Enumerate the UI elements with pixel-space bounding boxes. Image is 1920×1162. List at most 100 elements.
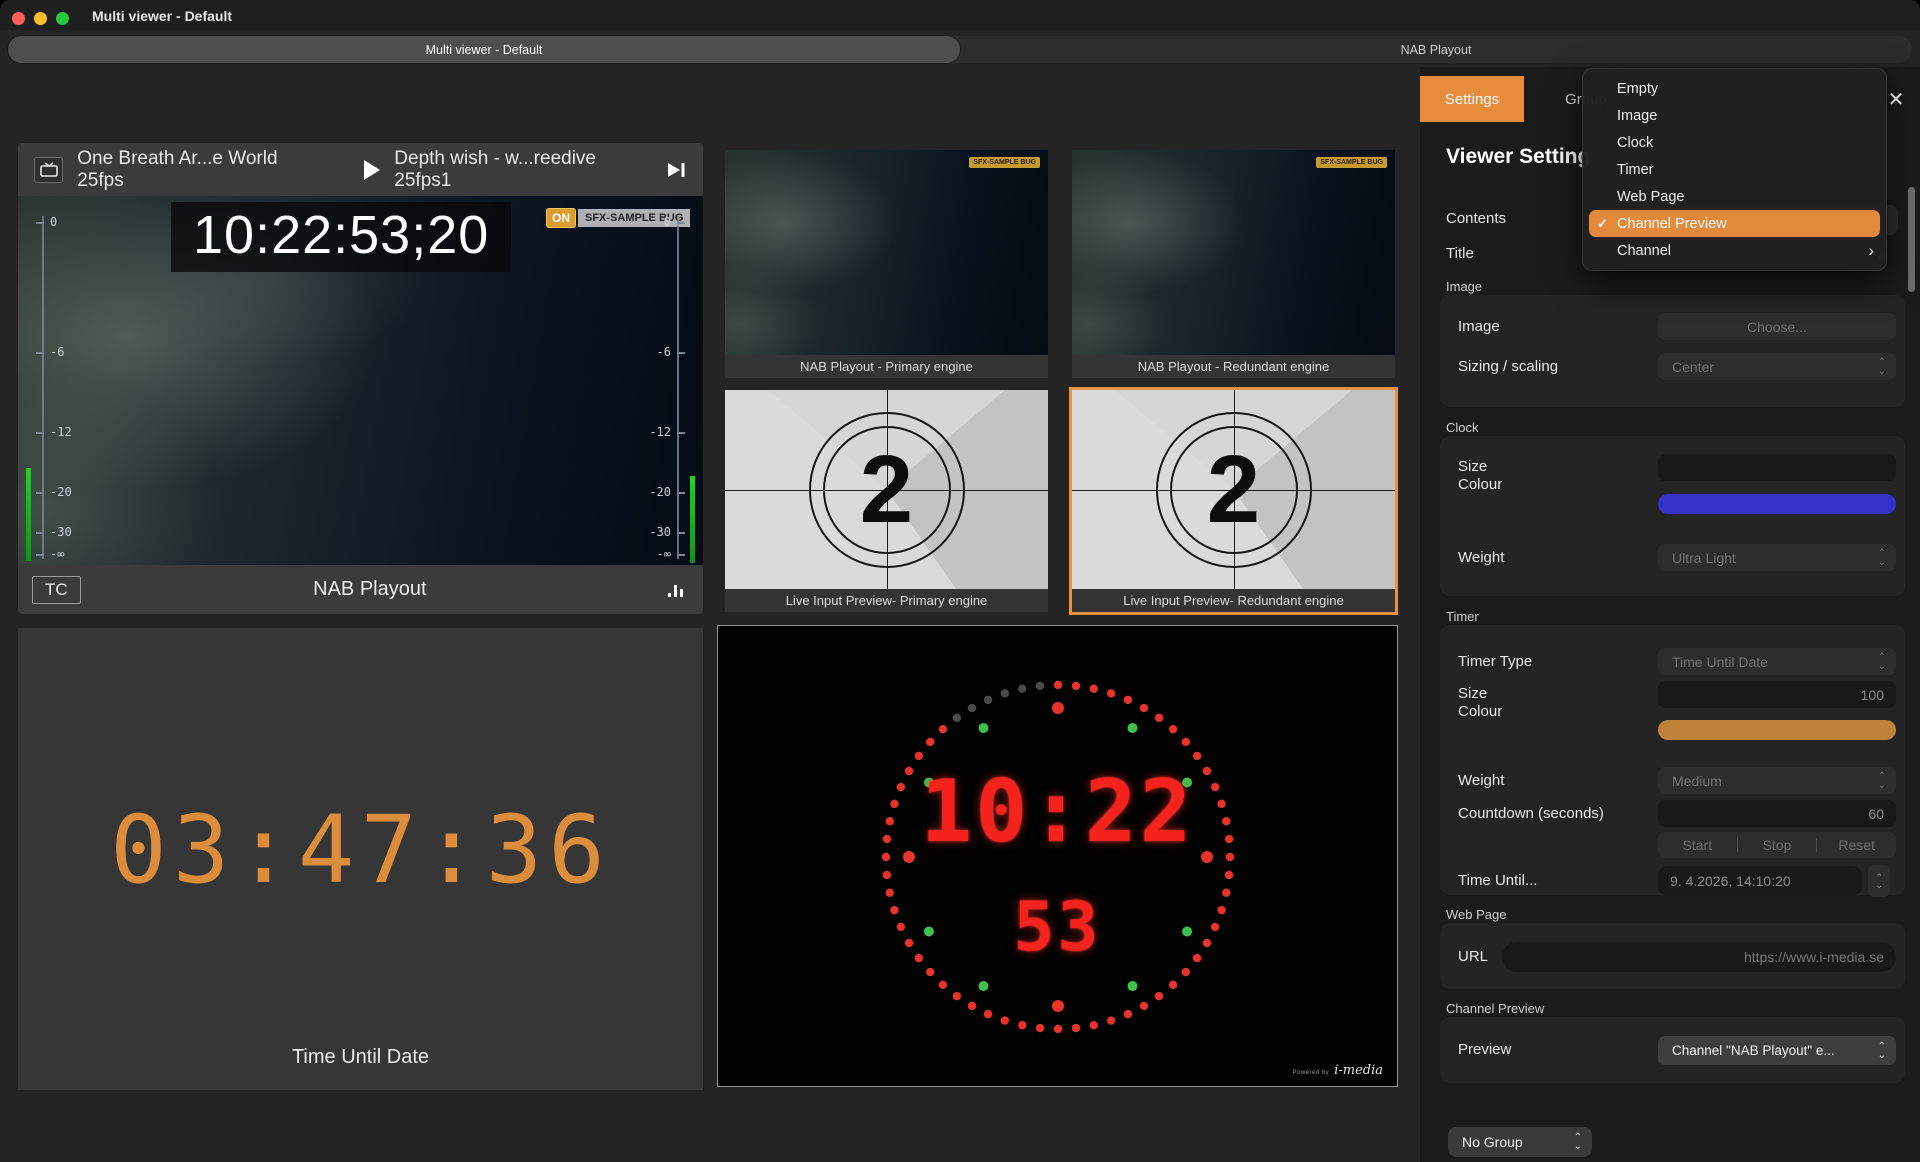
menu-item-image[interactable]: Image	[1583, 102, 1886, 129]
close-window-button[interactable]	[12, 12, 25, 25]
channel-preview-section-label: Channel Preview	[1446, 1001, 1544, 1016]
title-bar: Multi viewer - Default	[0, 0, 1920, 30]
tab-nab-playout[interactable]: NAB Playout	[960, 36, 1912, 63]
menu-item-empty[interactable]: Empty	[1583, 75, 1886, 102]
tc-toggle-button[interactable]: TC	[32, 576, 81, 604]
menu-item-clock[interactable]: Clock	[1583, 129, 1886, 156]
start-button[interactable]: Start	[1658, 837, 1737, 853]
next-clip-title: Depth wish - w...reedive 25fps1	[394, 148, 651, 192]
timer-section-label: Timer	[1446, 609, 1479, 624]
clock-weight-label: Weight	[1458, 549, 1504, 566]
timer-caption: Time Until Date	[18, 1046, 703, 1069]
time-until-stepper[interactable]: ⌃⌄	[1868, 865, 1890, 897]
clock-viewer-panel[interactable]: 10:22 53 Powered by i-media	[717, 625, 1398, 1087]
brand-logo: i-media	[1334, 1063, 1383, 1078]
timer-size-label: Size	[1458, 685, 1487, 702]
preview-caption: NAB Playout - Primary engine	[725, 355, 1048, 378]
menu-item-timer[interactable]: Timer	[1583, 156, 1886, 183]
preview-tile-nab-primary[interactable]: SFX-SAMPLE BUG NAB Playout - Primary eng…	[725, 150, 1048, 378]
viewer-channel-name: NAB Playout	[81, 578, 659, 601]
skip-next-icon[interactable]	[665, 161, 687, 179]
preview-thumbnail: 2	[1072, 390, 1395, 589]
countdown-digit: 2	[1207, 435, 1260, 545]
time-until-field[interactable]	[1658, 866, 1862, 896]
countdown-seconds-label: Countdown (seconds)	[1458, 805, 1604, 822]
audio-levels-icon[interactable]	[659, 581, 689, 599]
timer-size-field[interactable]	[1658, 681, 1896, 708]
minimize-window-button[interactable]	[34, 12, 47, 25]
meter-label: -12	[649, 425, 671, 439]
countdown-seconds-field[interactable]	[1658, 800, 1896, 827]
channel-icon	[34, 157, 63, 183]
clock-size-field[interactable]	[1658, 454, 1896, 481]
timer-weight-label: Weight	[1458, 772, 1504, 789]
meter-label: -30	[50, 525, 72, 539]
clock-seconds: 53	[718, 888, 1397, 967]
viewer-header: One Breath Ar...e World 25fps Depth wish…	[18, 143, 703, 196]
title-label: Title	[1446, 245, 1474, 262]
on-air-badge: ON	[546, 208, 576, 228]
menu-item-channel[interactable]: Channel ›	[1583, 237, 1886, 264]
viewer-tab-strip: Multi viewer - Default NAB Playout	[8, 36, 1912, 63]
timecode-overlay: 10:22:53;20	[171, 202, 511, 272]
meter-label: -20	[50, 485, 72, 499]
preview-tile-live-redundant[interactable]: 2 Live Input Preview- Redundant engine	[1072, 390, 1395, 612]
meter-label: 0	[664, 215, 671, 229]
reset-button[interactable]: Reset	[1817, 837, 1896, 853]
clock-section-label: Clock	[1446, 420, 1479, 435]
meter-label: -6	[50, 345, 64, 359]
clock-hours-minutes: 10:22	[718, 762, 1397, 862]
timer-type-label: Timer Type	[1458, 653, 1532, 670]
viewer-footer: TC NAB Playout	[18, 565, 703, 614]
contents-label: Contents	[1446, 210, 1506, 227]
choose-image-button[interactable]: Choose...	[1658, 313, 1896, 340]
timer-type-select[interactable]: Time Until Date⌃⌄	[1658, 648, 1896, 675]
zoom-window-button[interactable]	[56, 12, 69, 25]
preview-caption: NAB Playout - Redundant engine	[1072, 355, 1395, 378]
main-viewer-panel[interactable]: One Breath Ar...e World 25fps Depth wish…	[18, 143, 703, 614]
timer-viewer-panel[interactable]: 03:47:36 Time Until Date	[18, 628, 703, 1090]
sfx-sample-bug-badge: SFX-SAMPLE BUG	[1316, 157, 1387, 168]
tab-settings[interactable]: Settings	[1420, 76, 1524, 122]
meter-label: 0	[50, 215, 57, 229]
timer-colour-label: Colour	[1458, 703, 1502, 720]
program-video[interactable]: 10:22:53;20 ON SFX-SAMPLE BUG 0 -6 -12 -…	[18, 196, 703, 565]
contents-dropdown-menu: Empty Image Clock Timer Web Page ✓ Chann…	[1582, 68, 1887, 271]
clock-weight-select[interactable]: Ultra Light⌃⌄	[1658, 544, 1896, 571]
clock-colour-swatch[interactable]	[1658, 494, 1896, 514]
time-until-label: Time Until...	[1458, 872, 1537, 889]
preview-channel-select[interactable]: Channel "NAB Playout" e...⌃⌄	[1658, 1036, 1896, 1065]
preview-tile-live-primary[interactable]: 2 Live Input Preview- Primary engine	[725, 390, 1048, 612]
timer-section-box: Timer Type Time Until Date⌃⌄ Size Colour…	[1440, 625, 1905, 895]
play-icon	[364, 160, 380, 180]
meter-level-bar	[690, 476, 695, 563]
panel-heading: Viewer Setting	[1446, 145, 1590, 169]
menu-item-web-page[interactable]: Web Page	[1583, 183, 1886, 210]
preview-thumbnail: SFX-SAMPLE BUG	[1072, 150, 1395, 355]
clock-size-label: Size	[1458, 458, 1487, 475]
sizing-label: Sizing / scaling	[1458, 358, 1558, 375]
timer-transport-buttons: Start Stop Reset	[1658, 832, 1896, 858]
sizing-select[interactable]: Center⌃⌄	[1658, 353, 1896, 380]
timer-weight-select[interactable]: Medium⌃⌄	[1658, 767, 1896, 794]
meter-label: -30	[649, 525, 671, 539]
scrollbar-thumb[interactable]	[1908, 187, 1915, 292]
submenu-arrow-icon: ›	[1868, 241, 1874, 261]
sfx-sample-bug-badge: SFX-SAMPLE BUG	[969, 157, 1040, 168]
preview-tile-nab-redundant[interactable]: SFX-SAMPLE BUG NAB Playout - Redundant e…	[1072, 150, 1395, 378]
countdown-digit: 2	[860, 435, 913, 545]
url-field[interactable]	[1502, 942, 1896, 972]
meter-label: -6	[657, 345, 671, 359]
preview-caption: Live Input Preview- Primary engine	[725, 589, 1048, 612]
menu-item-channel-preview[interactable]: ✓ Channel Preview	[1589, 210, 1880, 237]
stop-button[interactable]: Stop	[1738, 837, 1817, 853]
timer-colour-swatch[interactable]	[1658, 720, 1896, 740]
group-select[interactable]: No Group⌃⌄	[1448, 1127, 1592, 1157]
tab-multi-viewer-default[interactable]: Multi viewer - Default	[8, 36, 960, 63]
preview-thumbnail: 2	[725, 390, 1048, 589]
image-row-label: Image	[1458, 318, 1500, 335]
meter-label: -∞	[657, 547, 671, 561]
audio-meter-left: 0 -6 -12 -20 -30 -∞	[18, 196, 88, 565]
meter-label: -∞	[50, 547, 64, 561]
powered-by-logo: Powered by i-media	[1293, 1063, 1384, 1078]
